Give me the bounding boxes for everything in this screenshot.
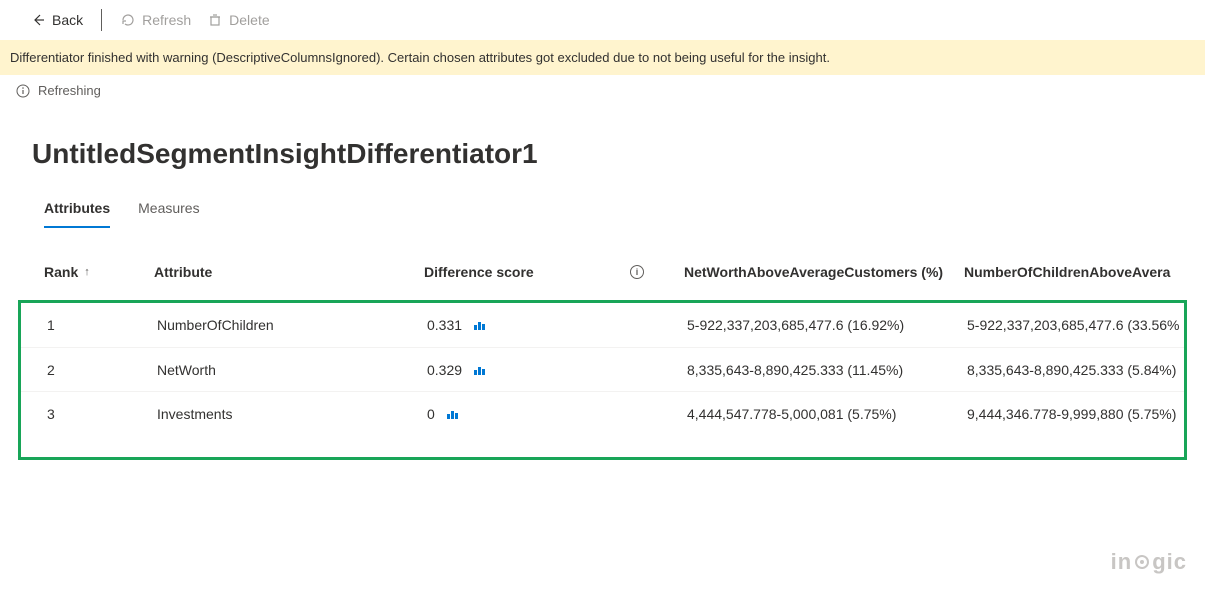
- refresh-icon: [120, 12, 136, 28]
- back-arrow-icon: [30, 12, 46, 28]
- info-icon[interactable]: i: [630, 265, 644, 279]
- cell-col-a: 4,444,547.778-5,000,081 (5.75%): [687, 406, 967, 422]
- refresh-label: Refresh: [142, 12, 191, 28]
- sort-asc-icon: ↑: [84, 266, 90, 278]
- back-label: Back: [52, 12, 83, 28]
- col-children[interactable]: NumberOfChildrenAboveAvera: [964, 264, 1204, 280]
- cell-col-a: 8,335,643-8,890,425.333 (11.45%): [687, 362, 967, 378]
- tab-attributes[interactable]: Attributes: [44, 190, 110, 228]
- data-table: Rank ↑ Attribute Difference score i NetW…: [18, 244, 1187, 460]
- delete-button[interactable]: Delete: [207, 12, 269, 28]
- back-button[interactable]: Back: [30, 12, 83, 28]
- diff-value: 0.329: [427, 362, 462, 378]
- info-icon: [16, 84, 30, 98]
- table-row[interactable]: 2 NetWorth 0.329 8,335,643-8,890,425.333…: [21, 347, 1184, 391]
- table-row[interactable]: 1 NumberOfChildren 0.331 5-922,337,203,6…: [21, 303, 1184, 347]
- col-networth[interactable]: NetWorthAboveAverageCustomers (%): [684, 264, 964, 280]
- diff-value: 0: [427, 406, 435, 422]
- delete-label: Delete: [229, 12, 269, 28]
- status-text: Refreshing: [38, 83, 101, 98]
- cell-diff: 0.331: [427, 317, 687, 333]
- page-title: UntitledSegmentInsightDifferentiator1: [0, 106, 1205, 190]
- watermark-part2: gic: [1152, 549, 1187, 575]
- toolbar-divider: [101, 9, 102, 31]
- table-body: 1 NumberOfChildren 0.331 5-922,337,203,6…: [18, 300, 1187, 460]
- status-bar: Refreshing: [0, 75, 1205, 106]
- cell-col-b: 9,444,346.778-9,999,880 (5.75%): [967, 406, 1205, 422]
- diff-value: 0.331: [427, 317, 462, 333]
- tabs: Attributes Measures: [0, 190, 1205, 228]
- warning-text: Differentiator finished with warning (De…: [10, 50, 830, 65]
- table-header: Rank ↑ Attribute Difference score i NetW…: [18, 244, 1187, 300]
- cell-diff: 0: [427, 406, 687, 422]
- table-body-padding: [21, 435, 1184, 457]
- watermark-part1: in: [1111, 549, 1133, 575]
- watermark-logo: in gic: [1111, 549, 1187, 575]
- cell-col-b: 8,335,643-8,890,425.333 (5.84%): [967, 362, 1205, 378]
- tab-attributes-label: Attributes: [44, 200, 110, 216]
- cell-attribute: NetWorth: [157, 362, 427, 378]
- bar-chart-icon[interactable]: [474, 365, 486, 375]
- cell-col-a: 5-922,337,203,685,477.6 (16.92%): [687, 317, 967, 333]
- cell-rank: 2: [47, 362, 157, 378]
- tab-measures-label: Measures: [138, 200, 199, 216]
- cell-rank: 1: [47, 317, 157, 333]
- col-attribute[interactable]: Attribute: [154, 264, 424, 280]
- cell-attribute: Investments: [157, 406, 427, 422]
- cell-attribute: NumberOfChildren: [157, 317, 427, 333]
- warning-banner: Differentiator finished with warning (De…: [0, 40, 1205, 75]
- col-attribute-label: Attribute: [154, 264, 212, 280]
- bar-chart-icon[interactable]: [474, 320, 486, 330]
- col-rank-label: Rank: [44, 264, 78, 280]
- col-b-label: NumberOfChildrenAboveAvera: [964, 264, 1170, 280]
- col-a-label: NetWorthAboveAverageCustomers (%): [684, 264, 943, 280]
- table-row[interactable]: 3 Investments 0 4,444,547.778-5,000,081 …: [21, 391, 1184, 435]
- cell-col-b: 5-922,337,203,685,477.6 (33.56%: [967, 317, 1205, 333]
- refresh-button[interactable]: Refresh: [120, 12, 191, 28]
- gear-icon: [1133, 553, 1151, 571]
- col-diff-label: Difference score: [424, 264, 534, 280]
- tab-measures[interactable]: Measures: [138, 190, 199, 228]
- col-diff-score[interactable]: Difference score i: [424, 264, 684, 280]
- bar-chart-icon[interactable]: [447, 409, 459, 419]
- cell-rank: 3: [47, 406, 157, 422]
- col-rank[interactable]: Rank ↑: [44, 264, 154, 280]
- cell-diff: 0.329: [427, 362, 687, 378]
- toolbar: Back Refresh Delete: [0, 0, 1205, 40]
- delete-icon: [207, 12, 223, 28]
